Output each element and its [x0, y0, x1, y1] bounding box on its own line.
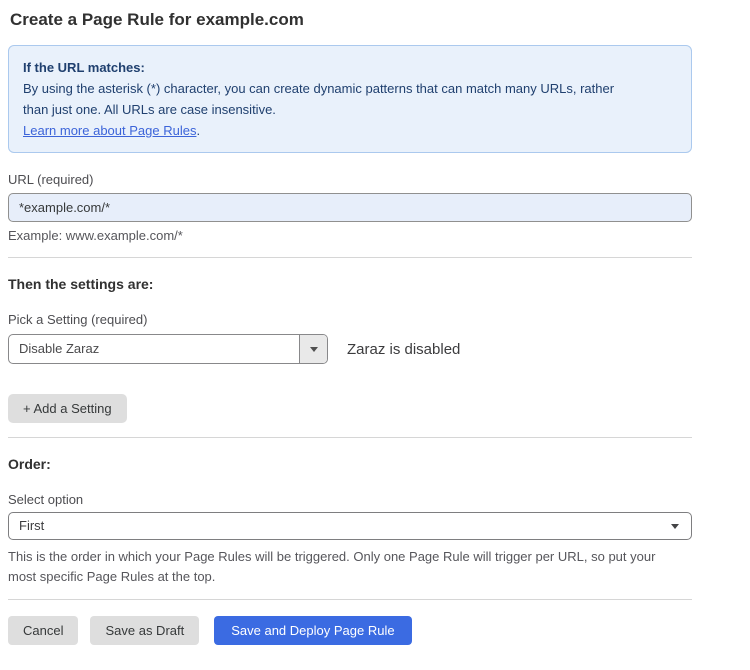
url-example-hint: Example: www.example.com/* — [8, 228, 183, 243]
section-divider — [8, 599, 692, 600]
chevron-down-icon — [671, 524, 679, 529]
settings-section-heading: Then the settings are: — [8, 276, 154, 292]
cancel-button[interactable]: Cancel — [8, 616, 79, 645]
order-select[interactable]: First — [8, 512, 692, 540]
setting-status-text: Zaraz is disabled — [347, 340, 461, 358]
order-help-text: This is the order in which your Page Rul… — [8, 549, 656, 584]
form-footer: Cancel Save as Draft Save and Deploy Pag… — [8, 616, 692, 645]
pick-setting-label: Pick a Setting (required) — [8, 312, 148, 327]
add-setting-button[interactable]: + Add a Setting — [8, 394, 127, 423]
url-label: URL (required) — [8, 172, 94, 187]
setting-select-arrow-button[interactable] — [299, 335, 327, 363]
info-box-link-line: Learn more about Page Rules. — [23, 120, 677, 141]
url-match-info-box: If the URL matches: By using the asteris… — [8, 45, 692, 153]
save-draft-button[interactable]: Save as Draft — [90, 616, 200, 645]
setting-row: Disable Zaraz Zaraz is disabled — [8, 334, 692, 364]
chevron-down-icon — [309, 346, 318, 352]
save-deploy-button[interactable]: Save and Deploy Page Rule — [214, 616, 412, 645]
info-box-body: By using the asterisk (*) character, you… — [23, 81, 615, 117]
setting-select[interactable]: Disable Zaraz — [8, 334, 328, 364]
learn-more-link[interactable]: Learn more about Page Rules — [23, 123, 196, 138]
setting-select-value: Disable Zaraz — [19, 341, 100, 356]
info-box-heading: If the URL matches: — [23, 60, 145, 75]
url-input[interactable] — [8, 193, 692, 222]
select-option-label: Select option — [8, 492, 84, 507]
order-select-value: First — [19, 518, 45, 533]
order-section-heading: Order: — [8, 456, 51, 472]
create-page-rule-form: Create a Page Rule for example.com If th… — [0, 0, 750, 645]
page-title: Create a Page Rule for example.com — [10, 10, 304, 29]
section-divider — [8, 437, 692, 438]
link-period: . — [196, 123, 201, 138]
section-divider — [8, 257, 692, 258]
